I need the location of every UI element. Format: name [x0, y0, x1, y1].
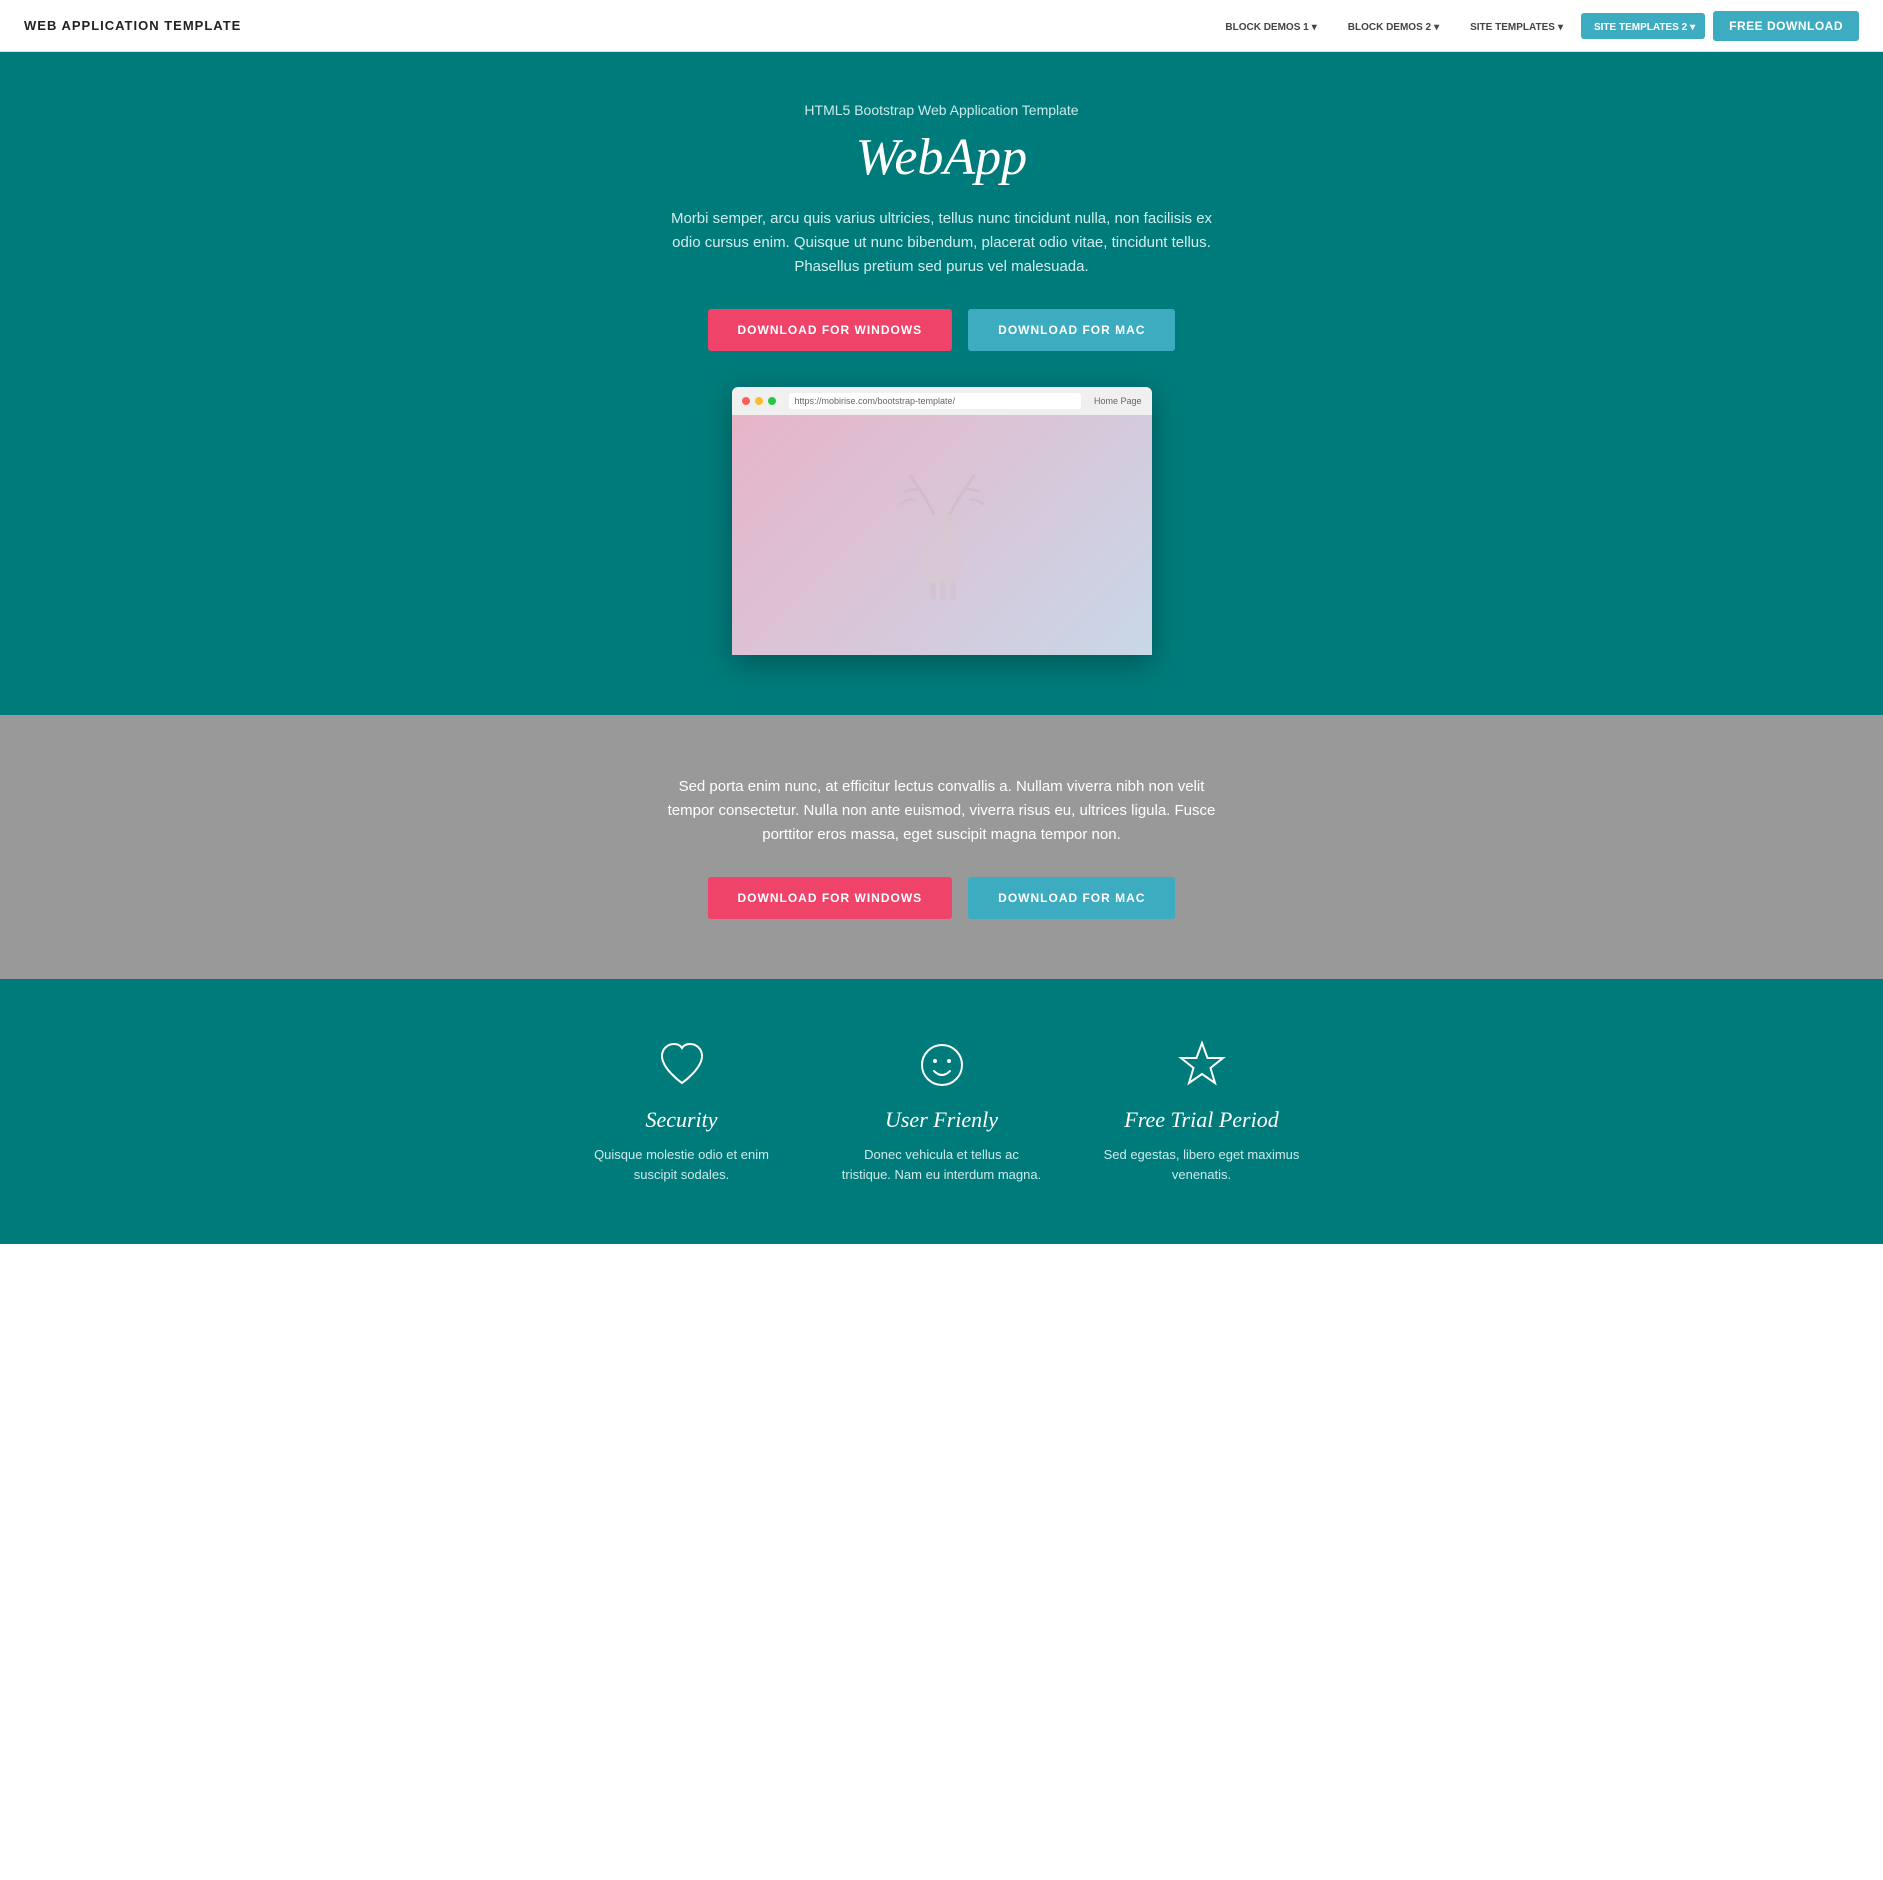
nav-block-demos-2[interactable]: BLOCK DEMOS 2▾ [1335, 13, 1449, 39]
deer-illustration [882, 470, 1002, 600]
feature-security-desc: Quisque molestie odio et enim suscipit s… [582, 1145, 782, 1184]
features-section: Security Quisque molestie odio et enim s… [0, 979, 1883, 1244]
feature-free-trial-title: Free Trial Period [1102, 1107, 1302, 1133]
browser-url: https://mobirise.com/bootstrap-template/ [789, 393, 1081, 409]
browser-mockup: https://mobirise.com/bootstrap-template/… [732, 387, 1152, 655]
nav-site-templates[interactable]: SITE TEMPLATES▾ [1457, 13, 1573, 39]
feature-user-friendly-title: User Frienly [842, 1107, 1042, 1133]
feature-user-friendly: User Frienly Donec vehicula et tellus ac… [842, 1039, 1042, 1184]
navbar: WEB APPLICATION TEMPLATE BLOCK DEMOS 1▾ … [0, 0, 1883, 52]
browser-dot-green [768, 397, 776, 405]
hero-buttons: DOWNLOAD FOR WINDOWS DOWNLOAD FOR MAC [20, 309, 1863, 351]
hero-download-mac-button[interactable]: DOWNLOAD FOR MAC [968, 309, 1175, 351]
heart-icon [582, 1039, 782, 1091]
browser-bar: https://mobirise.com/bootstrap-template/… [732, 387, 1152, 415]
feature-free-trial-desc: Sed egestas, libero eget maximus venenat… [1102, 1145, 1302, 1184]
feature-user-friendly-desc: Donec vehicula et tellus ac tristique. N… [842, 1145, 1042, 1184]
gray-buttons: DOWNLOAD FOR WINDOWS DOWNLOAD FOR MAC [20, 877, 1863, 919]
hero-description: Morbi semper, arcu quis varius ultricies… [662, 207, 1222, 279]
nav-block-demos-1[interactable]: BLOCK DEMOS 1▾ [1212, 13, 1326, 39]
gray-download-windows-button[interactable]: DOWNLOAD FOR WINDOWS [708, 877, 953, 919]
feature-security: Security Quisque molestie odio et enim s… [582, 1039, 782, 1184]
gray-section: Sed porta enim nunc, at efficitur lectus… [0, 715, 1883, 979]
free-download-button[interactable]: FREE DOWNLOAD [1713, 11, 1859, 41]
hero-subtitle: HTML5 Bootstrap Web Application Template [20, 102, 1863, 118]
gray-description: Sed porta enim nunc, at efficitur lectus… [662, 775, 1222, 847]
hero-section: HTML5 Bootstrap Web Application Template… [0, 52, 1883, 715]
feature-security-title: Security [582, 1107, 782, 1133]
hero-download-windows-button[interactable]: DOWNLOAD FOR WINDOWS [708, 309, 953, 351]
star-icon [1102, 1039, 1302, 1091]
navbar-right: BLOCK DEMOS 1▾ BLOCK DEMOS 2▾ SITE TEMPL… [1212, 11, 1859, 41]
browser-dot-yellow [755, 397, 763, 405]
smile-icon [842, 1039, 1042, 1091]
brand: WEB APPLICATION TEMPLATE [24, 18, 241, 33]
nav-site-templates-2-active[interactable]: SITE TEMPLATES 2▾ [1581, 13, 1705, 39]
browser-dot-red [742, 397, 750, 405]
browser-home-text: Home Page [1094, 396, 1142, 406]
browser-content [732, 415, 1152, 655]
feature-free-trial: Free Trial Period Sed egestas, libero eg… [1102, 1039, 1302, 1184]
hero-title: WebApp [20, 128, 1863, 187]
gray-download-mac-button[interactable]: DOWNLOAD FOR MAC [968, 877, 1175, 919]
